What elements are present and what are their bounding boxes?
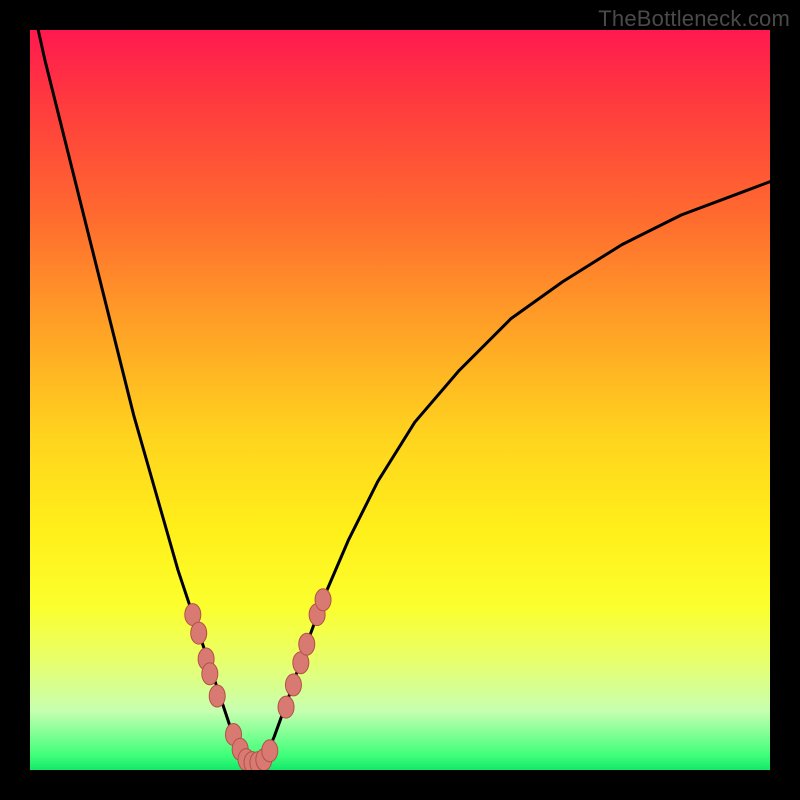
watermark-text: TheBottleneck.com — [598, 6, 790, 32]
marker-group — [185, 589, 331, 770]
bottleneck-curve — [30, 30, 770, 761]
plot-area — [30, 30, 770, 770]
curve-marker — [299, 633, 315, 655]
curve-marker — [262, 740, 278, 762]
curve-marker — [191, 622, 207, 644]
curve-marker — [285, 674, 301, 696]
chart-svg — [30, 30, 770, 770]
curve-marker — [209, 685, 225, 707]
chart-frame: TheBottleneck.com — [0, 0, 800, 800]
curve-marker — [315, 589, 331, 611]
curve-marker — [202, 663, 218, 685]
curve-marker — [278, 696, 294, 718]
